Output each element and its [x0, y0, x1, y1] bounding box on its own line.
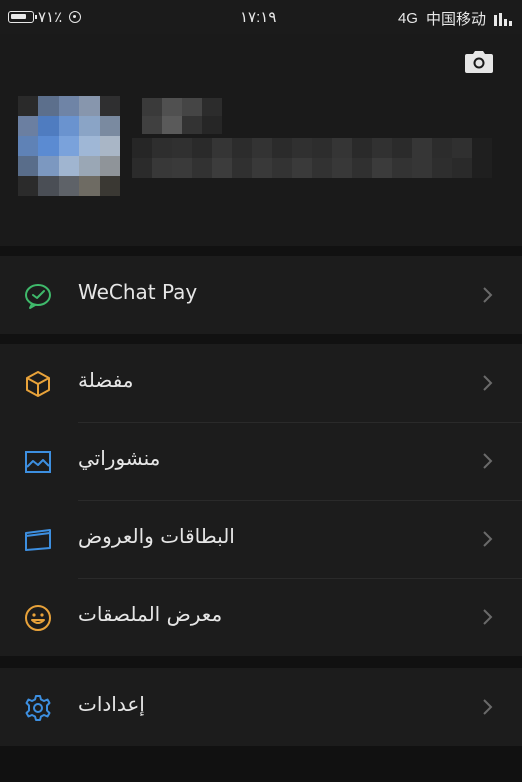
- features-section: مفضلة منشوراتي البطاقات والعروض معرض الم…: [0, 344, 522, 656]
- avatar[interactable]: [18, 96, 120, 196]
- chevron-right-icon: [483, 453, 493, 469]
- menu-item-wechat-pay[interactable]: WeChat Pay: [0, 256, 522, 334]
- battery-percent: ٧١٪: [38, 9, 63, 26]
- camera-icon[interactable]: [464, 50, 494, 74]
- status-left: ٧١٪: [8, 8, 82, 26]
- menu-label-settings: إعدادات: [78, 692, 145, 716]
- menu-label-cards: البطاقات والعروض: [78, 524, 235, 548]
- menu-label-stickers: معرض الملصقات: [78, 602, 223, 626]
- status-right: 4G 中国移动: [398, 8, 512, 29]
- chevron-right-icon: [483, 609, 493, 625]
- chevron-right-icon: [483, 699, 493, 715]
- chevron-right-icon: [483, 375, 493, 391]
- profile-header: [0, 34, 522, 246]
- gear-icon: [25, 695, 51, 721]
- network-type: 4G: [397, 10, 418, 27]
- chevron-right-icon: [483, 287, 493, 303]
- wechat-pay-icon: [25, 284, 51, 309]
- menu-item-posts[interactable]: منشوراتي: [0, 422, 522, 500]
- battery-icon: [8, 11, 37, 23]
- status-time: ١٧:١٩: [240, 9, 277, 26]
- wechat-id-blurred: [132, 138, 492, 178]
- image-icon: [25, 451, 51, 473]
- menu-item-settings[interactable]: إعدادات: [0, 668, 522, 746]
- pay-section: WeChat Pay: [0, 256, 522, 334]
- settings-section: إعدادات: [0, 668, 522, 746]
- profile-name-blurred: [142, 98, 222, 134]
- card-icon: [25, 529, 51, 551]
- carrier-name: 中国移动: [425, 11, 486, 28]
- menu-label-favorites: مفضلة: [78, 368, 134, 392]
- menu-item-favorites[interactable]: مفضلة: [0, 344, 522, 422]
- smiley-icon: [25, 605, 51, 631]
- signal-icon: [494, 12, 512, 26]
- cube-icon: [26, 371, 50, 397]
- status-bar: ٧١٪ ١٧:١٩ 4G 中国移动: [0, 0, 522, 34]
- menu-item-stickers[interactable]: معرض الملصقات: [0, 578, 522, 656]
- sync-icon: [69, 11, 82, 23]
- menu-label-posts: منشوراتي: [78, 446, 161, 470]
- chevron-right-icon: [483, 531, 493, 547]
- menu-item-cards[interactable]: البطاقات والعروض: [0, 500, 522, 578]
- menu-label-wechat-pay: WeChat Pay: [78, 280, 198, 304]
